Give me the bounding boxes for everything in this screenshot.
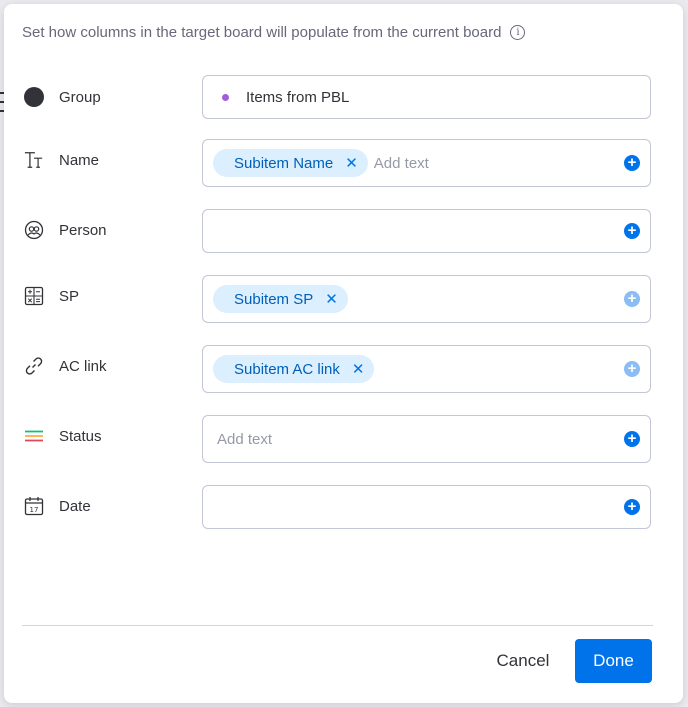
name-label: Name [59, 151, 100, 169]
person-field[interactable]: + [202, 209, 651, 253]
group-color-dot [222, 93, 229, 101]
status-field[interactable]: Add text + [202, 415, 651, 463]
subitem-name-chip: Subitem Name ✕ [213, 149, 368, 177]
ac-link-label: AC link [59, 357, 107, 375]
row-status: Status Add text + [4, 415, 683, 463]
row-ac-link: AC link Subitem AC link ✕ + [4, 345, 683, 393]
group-select[interactable]: Items from PBL [202, 75, 651, 119]
dialog-subtitle: Set how columns in the target board will… [22, 24, 526, 41]
cancel-button[interactable]: Cancel [480, 639, 566, 683]
row-group: Group Items from PBL [4, 75, 683, 119]
chip-label: Subitem Name [234, 154, 334, 172]
add-person-plus-icon[interactable]: + [624, 223, 640, 239]
person-icon [24, 220, 44, 240]
row-person: Person + [4, 209, 683, 253]
subitem-sp-chip: Subitem SP ✕ [213, 285, 348, 313]
add-value-plus-icon[interactable]: + [624, 155, 640, 171]
sp-label: SP [59, 287, 80, 305]
numbers-calculator-icon [24, 286, 44, 306]
link-icon [24, 356, 44, 376]
date-label: Date [59, 497, 91, 515]
ac-link-field[interactable]: Subitem AC link ✕ + [202, 345, 651, 393]
row-name: Name Subitem Name ✕ Add text + [4, 139, 683, 187]
row-label-date: 17 Date [24, 496, 91, 516]
footer-divider [22, 625, 653, 626]
chip-remove-icon[interactable]: ✕ [345, 154, 358, 172]
row-label-ac-link: AC link [24, 356, 107, 376]
svg-text:17: 17 [30, 506, 39, 514]
group-label: Group [59, 88, 101, 106]
name-field[interactable]: Subitem Name ✕ Add text + [202, 139, 651, 187]
row-date: 17 Date + [4, 485, 683, 529]
add-value-plus-icon[interactable]: + [624, 431, 640, 447]
info-icon[interactable]: i [510, 25, 526, 40]
group-circle-icon [24, 87, 44, 107]
done-button[interactable]: Done [575, 639, 652, 683]
row-label-sp: SP [24, 286, 79, 306]
sp-field[interactable]: Subitem SP ✕ + [202, 275, 651, 323]
row-label-status: Status [24, 426, 102, 446]
status-lines-icon [24, 426, 44, 446]
text-type-icon [24, 150, 44, 170]
date-field[interactable]: + [202, 485, 651, 529]
name-text-input[interactable]: Add text [374, 155, 429, 172]
chip-remove-icon[interactable]: ✕ [352, 360, 365, 378]
add-value-plus-icon[interactable]: + [624, 361, 640, 377]
chip-remove-icon[interactable]: ✕ [325, 290, 338, 308]
group-value: Items from PBL [246, 88, 350, 106]
person-label: Person [59, 221, 107, 239]
column-mapping-dialog: Set how columns in the target board will… [4, 4, 683, 703]
subitem-ac-link-chip: Subitem AC link ✕ [213, 355, 375, 383]
add-value-plus-icon[interactable]: + [624, 291, 640, 307]
status-label: Status [59, 427, 102, 445]
calendar-icon: 17 [24, 496, 44, 516]
row-sp: SP Subitem SP ✕ + [4, 275, 683, 323]
add-date-plus-icon[interactable]: + [624, 499, 640, 515]
row-label-group: Group [24, 87, 101, 107]
row-label-person: Person [24, 220, 107, 240]
row-label-name: Name [24, 150, 99, 170]
subtitle-text: Set how columns in the target board will… [22, 24, 502, 41]
chip-label: Subitem SP [234, 290, 314, 308]
status-text-input[interactable]: Add text [217, 431, 272, 448]
chip-label: Subitem AC link [234, 360, 340, 378]
